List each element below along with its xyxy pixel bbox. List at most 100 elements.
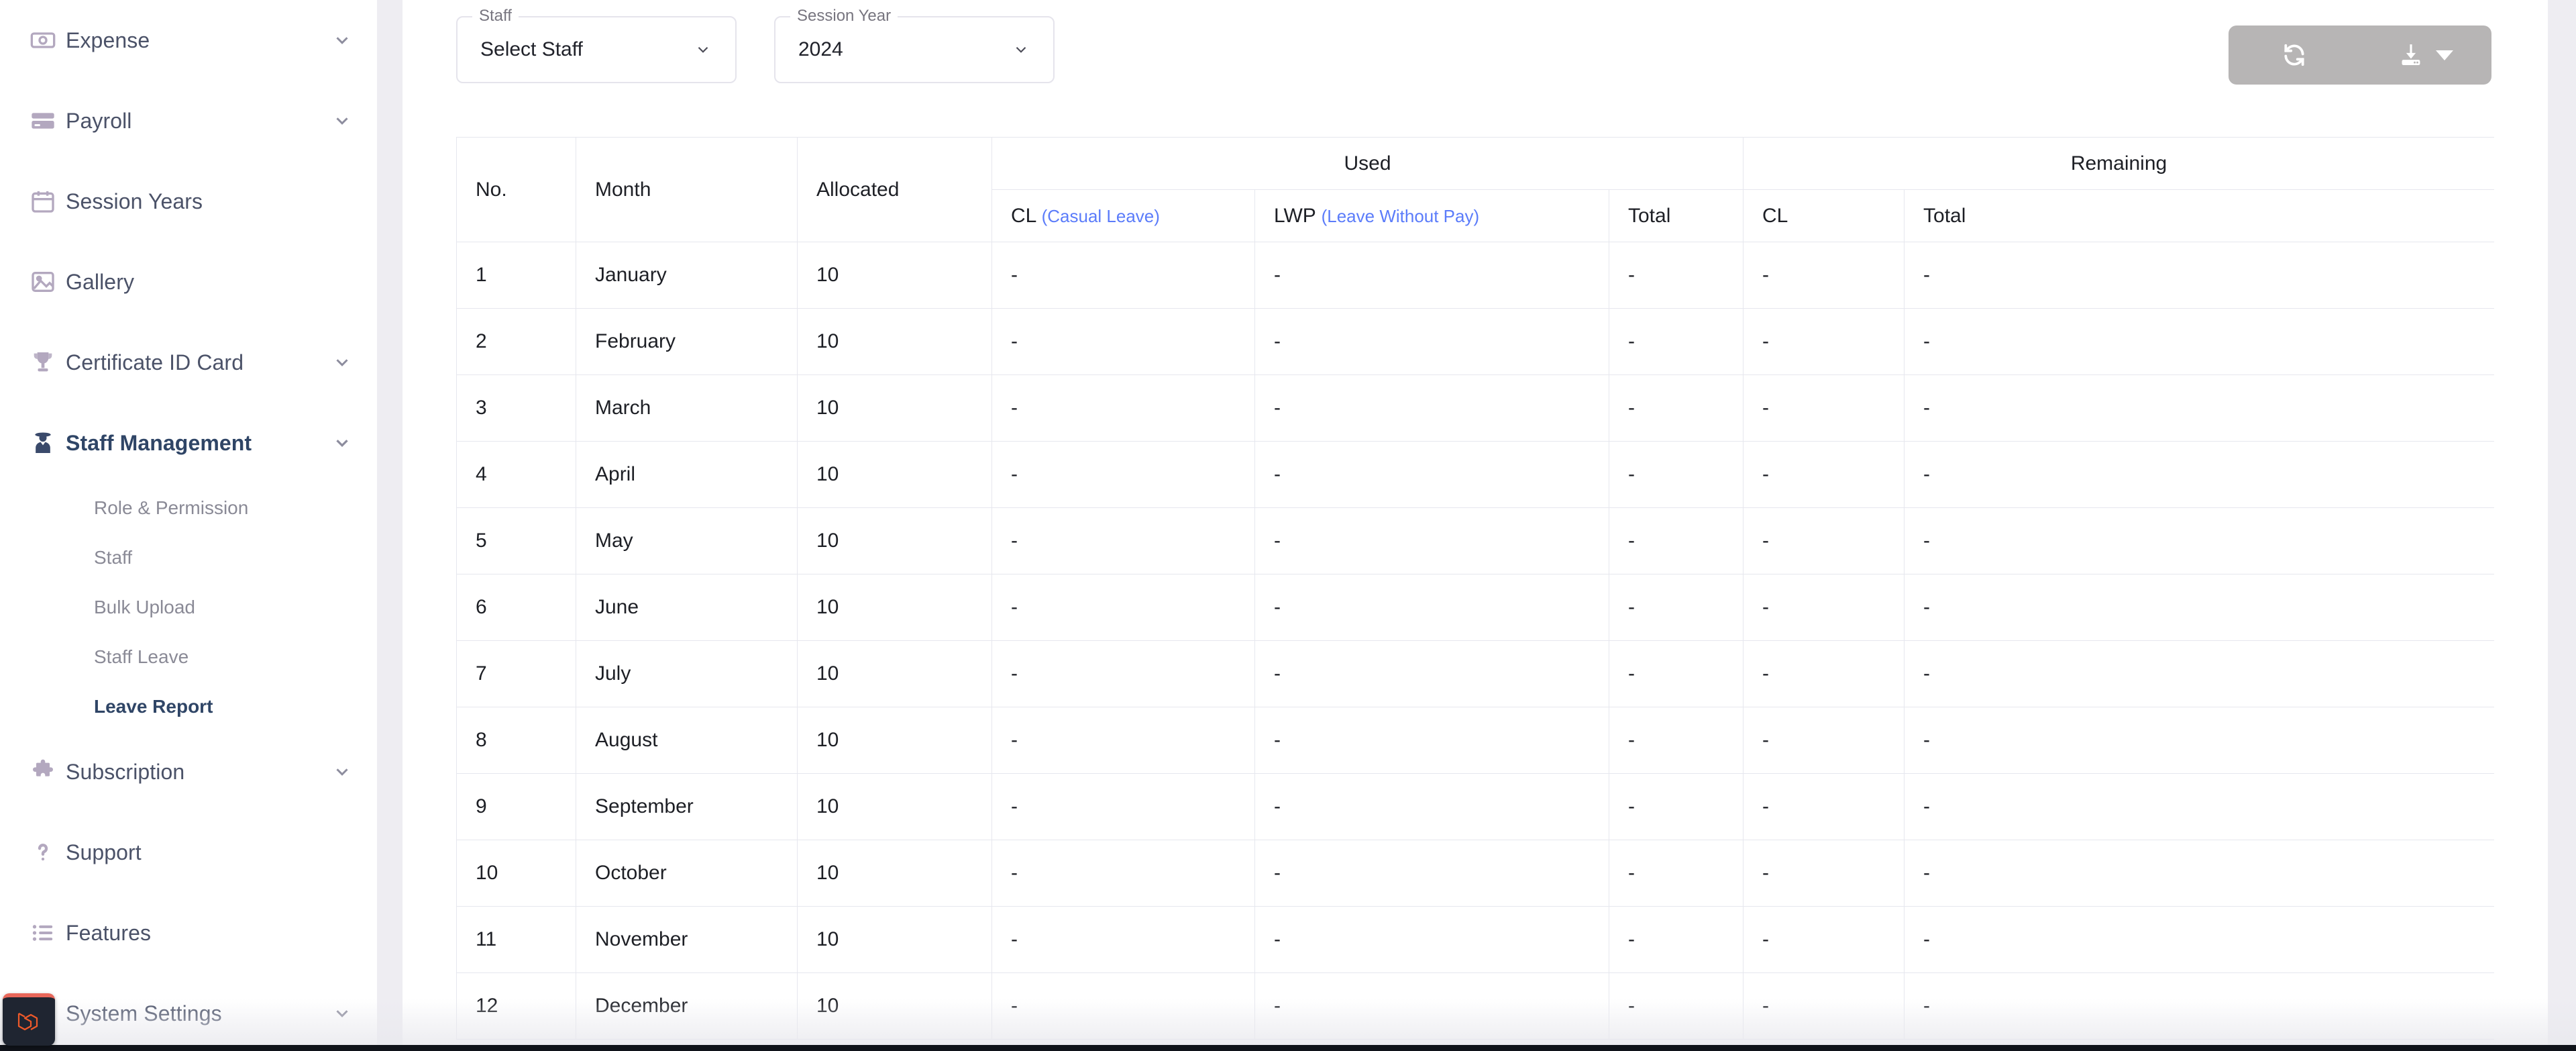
- cell-used-lwp: -: [1254, 640, 1609, 707]
- cell-remaining-cl: -: [1743, 242, 1905, 309]
- sidebar-subitem-role-permission[interactable]: Role & Permission: [0, 483, 377, 533]
- cell-allocated: 10: [797, 574, 992, 641]
- cell-used-total: -: [1608, 707, 1744, 774]
- cell-used-cl: -: [991, 840, 1255, 907]
- cell-used-cl: -: [991, 374, 1255, 442]
- main-content: Staff Select Staff Session Year 2024 No.…: [402, 0, 2548, 1051]
- cell-remaining-cl: -: [1743, 840, 1905, 907]
- laravel-logo-icon[interactable]: [3, 993, 55, 1046]
- sidebar-item-system-settings[interactable]: System Settings: [0, 973, 377, 1051]
- session-year-select[interactable]: Session Year 2024: [774, 7, 1055, 83]
- chevron-down-icon[interactable]: [330, 109, 354, 133]
- staff-select-value: Select Staff: [480, 38, 583, 60]
- cell-used-lwp: -: [1254, 242, 1609, 309]
- cell-used-total: -: [1608, 374, 1744, 442]
- table-row: 3 March 10- - - - -: [456, 374, 2494, 442]
- cell-month: April: [576, 441, 798, 508]
- cell-remaining-total: -: [1904, 972, 2494, 1040]
- sidebar-item-session-years[interactable]: Session Years: [0, 161, 377, 242]
- refresh-button[interactable]: [2229, 26, 2360, 85]
- sidebar-scrollbar[interactable]: [377, 0, 402, 1051]
- col-header-remaining-cl: CL: [1743, 189, 1905, 242]
- sidebar-item-payroll[interactable]: Payroll: [0, 81, 377, 161]
- col-header-remaining-total: Total: [1904, 189, 2494, 242]
- cell-used-total: -: [1608, 574, 1744, 641]
- sidebar-subitem-staff[interactable]: Staff: [0, 533, 377, 583]
- sidebar-item-label: Payroll: [66, 108, 132, 133]
- sidebar-item-gallery[interactable]: Gallery: [0, 242, 377, 322]
- cell-used-total: -: [1608, 972, 1744, 1040]
- sidebar-subitem-label: Staff Leave: [94, 646, 189, 667]
- col-header-allocated: Allocated: [797, 137, 992, 242]
- cell-used-cl: -: [991, 906, 1255, 973]
- sidebar-subitem-label: Bulk Upload: [94, 597, 195, 617]
- sidebar-subitem-bulk-upload[interactable]: Bulk Upload: [0, 583, 377, 632]
- col-group-header-remaining: Remaining: [1743, 137, 2494, 190]
- cell-remaining-cl: -: [1743, 707, 1905, 774]
- staff-select[interactable]: Staff Select Staff: [456, 7, 737, 83]
- col-header-used-lwp-abbr: LWP: [1274, 204, 1316, 227]
- sidebar-item-label: Staff Management: [66, 430, 252, 455]
- cell-allocated: 10: [797, 507, 992, 574]
- cell-month: September: [576, 773, 798, 840]
- chevron-down-icon[interactable]: [330, 350, 354, 374]
- action-button-group: [2229, 26, 2491, 85]
- cell-remaining-total: -: [1904, 840, 2494, 907]
- page-scrollbar[interactable]: [2548, 0, 2576, 1051]
- cell-used-cl: -: [991, 707, 1255, 774]
- sidebar: Expense Payroll Session Years Gallery Ce…: [0, 0, 377, 1051]
- leave-report-table: No. Month Allocated Used Remaining CL (C…: [456, 137, 2494, 1040]
- table-row: 5 May 10- - - - -: [456, 507, 2494, 574]
- table-row: 1 January 10- - - - -: [456, 242, 2494, 309]
- chevron-down-icon: [694, 40, 712, 59]
- sidebar-item-label: System Settings: [66, 1001, 222, 1025]
- sidebar-item-label: Gallery: [66, 269, 135, 294]
- sidebar-item-label: Session Years: [66, 189, 203, 213]
- col-header-used-cl-expansion: (Casual Leave): [1041, 205, 1160, 226]
- sidebar-item-features[interactable]: Features: [0, 893, 377, 973]
- staff-icon: [30, 425, 66, 461]
- sidebar-item-support[interactable]: Support: [0, 812, 377, 893]
- cell-month: May: [576, 507, 798, 574]
- cell-remaining-cl: -: [1743, 441, 1905, 508]
- cell-month: August: [576, 707, 798, 774]
- chevron-down-icon[interactable]: [330, 1001, 354, 1025]
- sidebar-item-staff-management[interactable]: Staff Management: [0, 403, 377, 483]
- cell-used-cl: -: [991, 441, 1255, 508]
- staff-select-label: Staff: [472, 7, 519, 26]
- cell-no: 9: [456, 773, 576, 840]
- chevron-down-icon[interactable]: [330, 431, 354, 455]
- cell-used-total: -: [1608, 840, 1744, 907]
- sidebar-item-label: Subscription: [66, 759, 185, 784]
- cell-allocated: 10: [797, 308, 992, 375]
- image-icon: [30, 264, 66, 300]
- cell-allocated: 10: [797, 773, 992, 840]
- cell-month: October: [576, 840, 798, 907]
- sidebar-nav-list: Expense Payroll Session Years Gallery Ce…: [0, 0, 377, 1051]
- cell-allocated: 10: [797, 840, 992, 907]
- col-header-no: No.: [456, 137, 576, 242]
- cell-remaining-total: -: [1904, 374, 2494, 442]
- cell-remaining-cl: -: [1743, 773, 1905, 840]
- credit-card-icon: [30, 103, 66, 139]
- cell-month: March: [576, 374, 798, 442]
- sidebar-item-label: Expense: [66, 28, 150, 52]
- sidebar-subitem-leave-report[interactable]: Leave Report: [0, 682, 377, 732]
- cell-used-cl: -: [991, 242, 1255, 309]
- cell-used-lwp: -: [1254, 507, 1609, 574]
- cell-used-lwp: -: [1254, 972, 1609, 1040]
- sidebar-item-expense[interactable]: Expense: [0, 0, 377, 81]
- cell-no: 5: [456, 507, 576, 574]
- refresh-icon: [2282, 42, 2307, 68]
- cell-month: December: [576, 972, 798, 1040]
- sidebar-item-certificate-id-card[interactable]: Certificate ID Card: [0, 322, 377, 403]
- chevron-down-icon[interactable]: [330, 28, 354, 52]
- table-head: No. Month Allocated Used Remaining CL (C…: [456, 137, 2494, 242]
- chevron-down-icon[interactable]: [330, 760, 354, 784]
- cell-used-lwp: -: [1254, 840, 1609, 907]
- cell-no: 6: [456, 574, 576, 641]
- sidebar-item-subscription[interactable]: Subscription: [0, 732, 377, 812]
- sidebar-subitem-staff-leave[interactable]: Staff Leave: [0, 632, 377, 682]
- cell-used-cl: -: [991, 574, 1255, 641]
- download-button[interactable]: [2360, 26, 2491, 85]
